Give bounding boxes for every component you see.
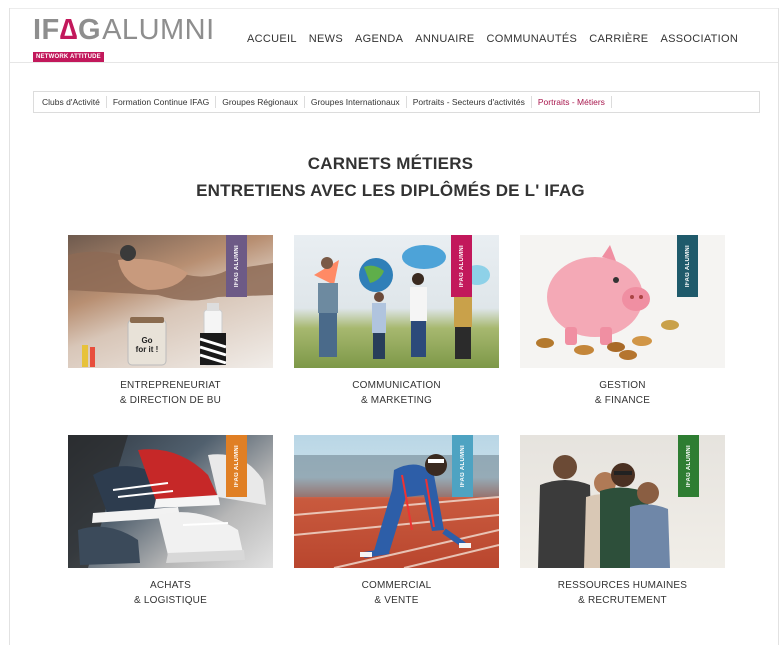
caption-line1: GESTION <box>599 380 646 391</box>
card-communication[interactable]: IFAG ALUMNI COMMUNICATION & MARKETING <box>294 235 499 408</box>
page-subtitle: ENTRETIENS AVEC LES DIPLÔMÉS DE L' IFAG <box>196 181 585 200</box>
handshake-photo[interactable]: Go for it ! IFAG ALUMNI <box>68 235 273 368</box>
page-title: CARNETS MÉTIERS <box>307 154 474 173</box>
card-gestion[interactable]: IFAG ALUMNI GESTION & FINANCE <box>520 235 725 408</box>
nav-accueil[interactable]: ACCUEIL <box>247 33 303 45</box>
card-achats[interactable]: IFAG ALUMNI ACHATS & LOGISTIQUE <box>68 435 273 608</box>
nav-communautes[interactable]: COMMUNAUTÉS <box>481 33 584 45</box>
nav-association[interactable]: ASSOCIATION <box>654 33 744 45</box>
jar-label-line1: Go <box>141 336 153 345</box>
card-caption[interactable]: COMMUNICATION & MARKETING <box>294 378 499 408</box>
badge-text: IFAG ALUMNI <box>458 244 465 288</box>
card-caption[interactable]: GESTION & FINANCE <box>520 378 725 408</box>
ifag-alumni-badge: IFAG ALUMNI <box>452 435 473 497</box>
caption-line1: ACHATS <box>149 580 192 591</box>
sub-nav: Clubs d'Activité Formation Continue IFAG… <box>33 91 760 113</box>
caption-line1: COMMUNICATION <box>352 380 441 391</box>
ifag-alumni-badge: IFAG ALUMNI <box>678 435 699 497</box>
subnav-portraits-secteurs[interactable]: Portraits - Secteurs d'activités <box>407 96 532 108</box>
caption-line2: & MARKETING <box>360 395 433 406</box>
subnav-formation-continue[interactable]: Formation Continue IFAG <box>107 96 217 108</box>
caption-line1: ENTREPRENEURIAT <box>120 380 221 391</box>
ifag-alumni-logo[interactable]: IF∆G ALUMNI NETWORK ATTITUDE <box>33 14 223 62</box>
caption-line1: COMMERCIAL <box>361 580 432 591</box>
subnav-groupes-regionaux[interactable]: Groupes Régionaux <box>216 96 305 108</box>
nav-annuaire[interactable]: ANNUAIRE <box>409 33 480 45</box>
badge-text: IFAG ALUMNI <box>459 444 466 488</box>
caption-line1: RESSOURCES HUMAINES <box>557 580 688 591</box>
caption-line2: & VENTE <box>374 595 419 606</box>
frame-right-line <box>778 8 779 645</box>
card-entrepreneuriat[interactable]: Go for it ! IFAG ALUMNI ENTREPRENEURIAT … <box>68 235 273 408</box>
card-caption[interactable]: COMMERCIAL & VENTE <box>294 578 499 608</box>
frame-left-line <box>9 8 10 645</box>
caption-line2: & LOGISTIQUE <box>134 595 207 606</box>
people-holding-icons-photo[interactable]: IFAG ALUMNI <box>294 235 499 368</box>
site-header: IF∆G ALUMNI NETWORK ATTITUDE ACCUEIL NEW… <box>10 9 778 63</box>
badge-text: IFAG ALUMNI <box>685 444 692 488</box>
nav-carriere[interactable]: CARRIÈRE <box>583 33 654 45</box>
caption-line2: & FINANCE <box>594 395 651 406</box>
subnav-groupes-internationaux[interactable]: Groupes Internationaux <box>305 96 407 108</box>
group-friends-photo[interactable]: IFAG ALUMNI <box>520 435 725 568</box>
piggy-bank-photo[interactable]: IFAG ALUMNI <box>520 235 725 368</box>
badge-text: IFAG ALUMNI <box>233 444 240 488</box>
logo-brand: IF∆G <box>33 14 102 46</box>
badge-text: IFAG ALUMNI <box>233 244 240 288</box>
ifag-alumni-badge: IFAG ALUMNI <box>451 235 472 297</box>
jar-label-line2: for it ! <box>135 345 159 354</box>
card-caption[interactable]: ENTREPRENEURIAT & DIRECTION DE BU <box>68 378 273 408</box>
card-caption[interactable]: ACHATS & LOGISTIQUE <box>68 578 273 608</box>
nav-agenda[interactable]: AGENDA <box>349 33 409 45</box>
badge-text: IFAG ALUMNI <box>684 244 691 288</box>
jar-label: Go for it ! <box>130 336 164 354</box>
caption-line2: & DIRECTION DE BU <box>119 395 222 406</box>
card-commercial[interactable]: IFAG ALUMNI COMMERCIAL & VENTE <box>294 435 499 608</box>
logo-triangle-icon: ∆ <box>59 14 79 46</box>
sprinter-start-photo[interactable]: IFAG ALUMNI <box>294 435 499 568</box>
subnav-portraits-metiers[interactable]: Portraits - Métiers <box>532 96 612 108</box>
nav-news[interactable]: NEWS <box>303 33 349 45</box>
card-caption[interactable]: RESSOURCES HUMAINES & RECRUTEMENT <box>520 578 725 608</box>
subnav-clubs-activite[interactable]: Clubs d'Activité <box>36 96 107 108</box>
ifag-alumni-badge: IFAG ALUMNI <box>226 435 247 497</box>
logo-product: ALUMNI <box>102 14 215 46</box>
card-ressources-humaines[interactable]: IFAG ALUMNI RESSOURCES HUMAINES & RECRUT… <box>520 435 725 608</box>
ifag-alumni-badge: IFAG ALUMNI <box>226 235 247 297</box>
main-nav: ACCUEIL NEWS AGENDA ANNUAIRE COMMUNAUTÉS… <box>247 33 744 45</box>
sneakers-basket-photo[interactable]: IFAG ALUMNI <box>68 435 273 568</box>
logo-tagline: NETWORK ATTITUDE <box>33 52 104 62</box>
caption-line2: & RECRUTEMENT <box>578 595 667 606</box>
ifag-alumni-badge: IFAG ALUMNI <box>677 235 698 297</box>
